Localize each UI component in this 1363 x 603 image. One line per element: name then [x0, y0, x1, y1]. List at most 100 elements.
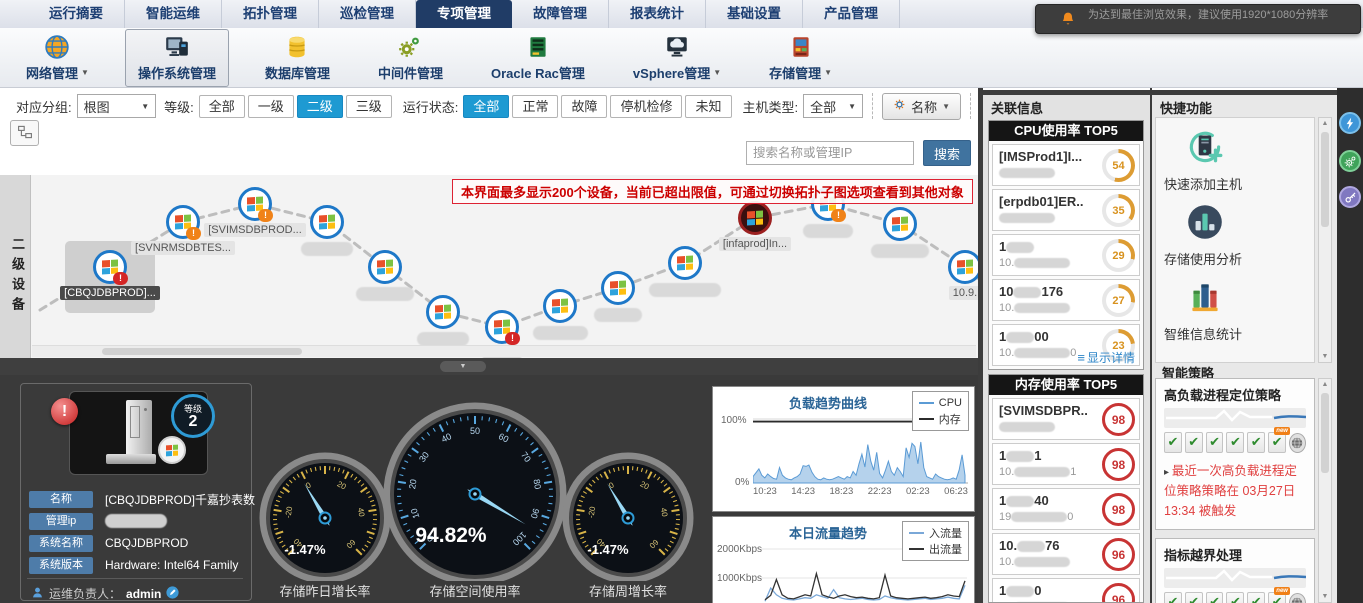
status-filter-button[interactable]: 停机检修: [610, 95, 682, 118]
field-label: 系统名称: [29, 535, 93, 552]
check-icon[interactable]: ✔: [1206, 432, 1224, 453]
policy-card[interactable]: 指标越界处理 ✔ ✔ ✔ ✔ ✔ ✔new: [1155, 538, 1315, 603]
globe-icon[interactable]: [1289, 433, 1306, 453]
status-filter-button[interactable]: 全部: [463, 95, 509, 118]
check-icon[interactable]: ✔: [1164, 432, 1182, 453]
mem-top5-item[interactable]: 140 190 98: [992, 488, 1140, 530]
policy-scrollbar[interactable]: ▲ ▼: [1318, 378, 1332, 603]
topology-node[interactable]: [738, 201, 772, 235]
scroll-up-icon[interactable]: ▲: [1319, 120, 1331, 127]
topology-node[interactable]: [543, 289, 577, 323]
check-icon[interactable]: ✔new: [1268, 432, 1286, 453]
redacted-text: [1014, 348, 1070, 358]
top-tab[interactable]: 拓扑管理: [222, 0, 319, 28]
top-tab[interactable]: 报表统计: [609, 0, 706, 28]
topology-node[interactable]: [601, 271, 635, 305]
topology-node[interactable]: [948, 250, 980, 284]
toolbar-item[interactable]: 操作系统管理: [125, 29, 229, 87]
check-icon[interactable]: ✔: [1185, 432, 1203, 453]
cpu-top5-item[interactable]: 10176 10. 27: [992, 279, 1140, 321]
status-filter-button[interactable]: 未知: [685, 95, 731, 118]
host-type-select[interactable]: 全部▼: [803, 94, 863, 118]
topology-node[interactable]: [426, 295, 460, 329]
top-tab[interactable]: 故障管理: [512, 0, 609, 28]
top-tab[interactable]: 专项管理: [416, 0, 512, 28]
cpu-top5-item[interactable]: [erpdb01]ER.. 35: [992, 189, 1140, 231]
check-icon[interactable]: ✔: [1247, 432, 1265, 453]
notification-toast[interactable]: 为达到最佳浏览效果，建议使用1920*1080分辨率: [1035, 4, 1361, 34]
device-field-row: 系统版本 Hardware: Intel64 Family: [29, 556, 238, 574]
redacted-node-label: [871, 244, 929, 258]
topology-node[interactable]: [883, 207, 917, 241]
level-filter-button[interactable]: 一级: [248, 95, 294, 118]
mem-top5-item[interactable]: 10.76 10. 96: [992, 533, 1140, 575]
topology-map[interactable]: ![CBQJDBPROD]...![SVNRMSDBTES...![SVIMSD…: [0, 175, 980, 358]
top-tab[interactable]: 智能运维: [125, 0, 222, 28]
scroll-down-icon[interactable]: ▼: [1319, 353, 1331, 360]
topology-node[interactable]: [368, 250, 402, 284]
topology-level-tab[interactable]: 二级设备: [8, 237, 27, 317]
toolbar-item[interactable]: 存储管理▼: [757, 30, 844, 86]
chevron-down-icon: ▼: [836, 102, 856, 111]
mem-top5-item[interactable]: [SVIMSDBPR.. 98: [992, 398, 1140, 440]
name-filter-button[interactable]: 名称 ▼: [882, 93, 961, 120]
collapse-handle[interactable]: ▼: [440, 361, 486, 372]
quick-function-item[interactable]: 智维信息统计: [1156, 276, 1314, 343]
quick-action-button[interactable]: [1339, 112, 1361, 134]
check-icon[interactable]: ✔: [1226, 592, 1244, 603]
mem-top5-item[interactable]: 10 10.0 96: [992, 578, 1140, 603]
globe-icon[interactable]: [1289, 593, 1306, 603]
toolbar-item[interactable]: Oracle Rac管理: [479, 30, 597, 86]
level-filter-button[interactable]: 三级: [346, 95, 392, 118]
status-filter-button[interactable]: 正常: [512, 95, 558, 118]
check-icon[interactable]: ✔: [1164, 592, 1182, 603]
top-tab[interactable]: 巡检管理: [319, 0, 416, 28]
chevron-down-icon: ▼: [713, 68, 721, 77]
toolbar-item[interactable]: vSphere管理▼: [621, 30, 733, 86]
check-icon[interactable]: ✔: [1206, 592, 1224, 603]
search-button[interactable]: 搜索: [923, 140, 971, 166]
redacted-text: [1014, 557, 1070, 567]
topology-hscrollbar[interactable]: [32, 345, 976, 357]
topology-node[interactable]: [310, 205, 344, 239]
scroll-down-icon[interactable]: ▼: [1319, 593, 1331, 600]
policy-card[interactable]: 高负载进程定位策略 ✔ ✔ ✔ ✔ ✔ ✔new 最近一次高负载进程定位策略策略…: [1155, 378, 1315, 530]
status-filter-button[interactable]: 故障: [561, 95, 607, 118]
check-icon[interactable]: ✔: [1226, 432, 1244, 453]
check-icon[interactable]: ✔: [1247, 592, 1265, 603]
scroll-up-icon[interactable]: ▲: [1319, 381, 1331, 388]
scrollbar-thumb[interactable]: [102, 348, 302, 355]
load-trend-card: 负载趋势曲线 CPU 内存 100% 0% 10:2314:2318:2322:…: [712, 386, 975, 512]
policy-title: 指标越界处理: [1156, 539, 1314, 566]
edit-icon[interactable]: [166, 586, 179, 602]
field-value: Hardware: Intel64 Family: [105, 558, 238, 572]
search-input[interactable]: [746, 141, 914, 165]
level-filter-button[interactable]: 二级: [297, 95, 343, 118]
check-icon[interactable]: ✔: [1185, 592, 1203, 603]
topology-layout-toggle[interactable]: [10, 120, 39, 146]
toolbar-item[interactable]: 数据库管理: [253, 30, 342, 86]
mem-top5-item[interactable]: 11 10.1 98: [992, 443, 1140, 485]
top-tab[interactable]: 运行摘要: [28, 0, 125, 28]
toolbar-item[interactable]: 中间件管理: [366, 30, 455, 86]
field-value: [CBQJDBPROD]千嘉抄表数: [105, 491, 255, 508]
check-icon[interactable]: ✔new: [1268, 592, 1286, 603]
cpu-top5-item[interactable]: [IMSProd1]I... 54: [992, 144, 1140, 186]
top-tab[interactable]: 基础设置: [706, 0, 803, 28]
person-icon: [31, 586, 44, 602]
level-label: 等级:: [164, 97, 194, 116]
settings-action-button[interactable]: [1339, 150, 1361, 172]
toolbar-item[interactable]: 网络管理▼: [14, 30, 101, 86]
quick-function-item[interactable]: 快速添加主机: [1156, 126, 1314, 193]
quick-scrollbar[interactable]: ▲ ▼: [1318, 117, 1332, 363]
cpu-top5-item[interactable]: 1 10. 29: [992, 234, 1140, 276]
key-action-button[interactable]: [1339, 186, 1361, 208]
quick-function-item[interactable]: 存储使用分析: [1156, 201, 1314, 268]
show-detail-link[interactable]: ≡显示详情: [1077, 349, 1135, 366]
scrollbar-thumb[interactable]: [1321, 393, 1329, 473]
top-tab[interactable]: 产品管理: [803, 0, 900, 28]
level-filter-button[interactable]: 全部: [199, 95, 245, 118]
scrollbar-thumb[interactable]: [1321, 132, 1329, 227]
group-select[interactable]: 根图▼: [77, 94, 156, 118]
chevron-down-icon: ▼: [942, 102, 950, 111]
